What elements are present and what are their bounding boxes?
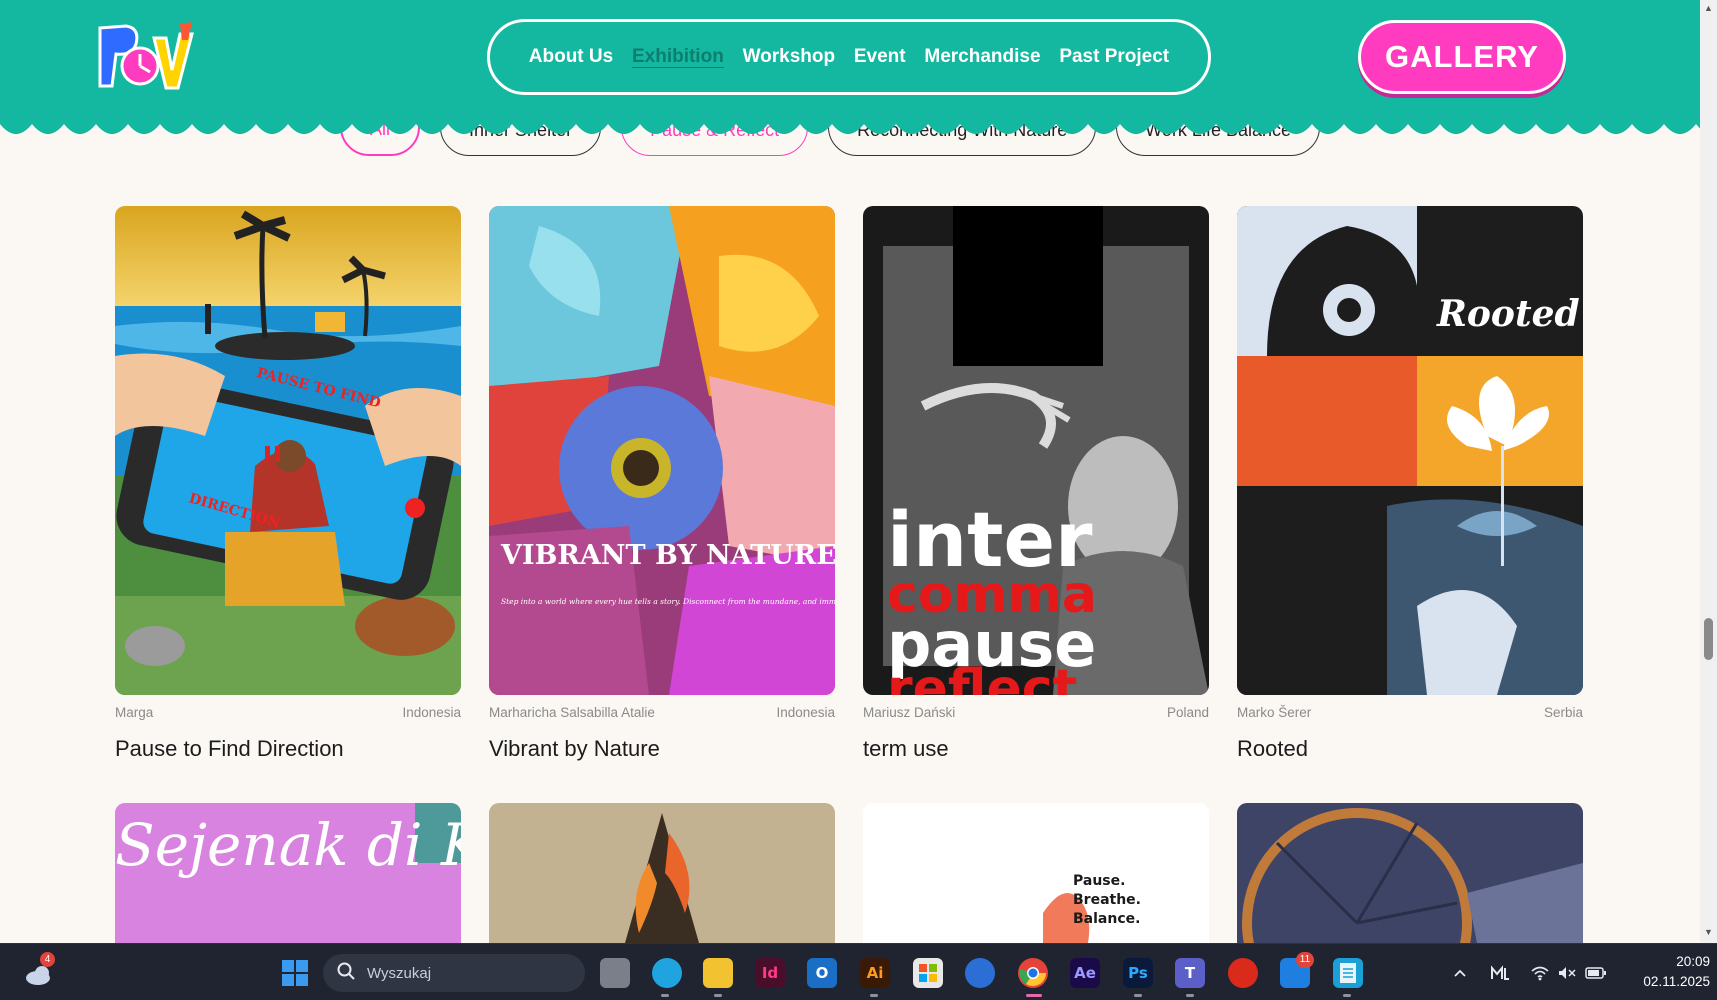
poster-text: reflect	[887, 659, 1077, 695]
running-indicator	[1343, 994, 1351, 997]
artwork-card[interactable]: PAUSE TO FIND DIRECTION Marga Indonesia …	[115, 206, 461, 762]
artwork-image[interactable]: Pause. Breathe. Balance.	[863, 803, 1209, 943]
artwork-title[interactable]: Rooted	[1237, 736, 1583, 762]
poster-text: Pause.	[1073, 873, 1125, 889]
chrome-icon[interactable]	[1018, 958, 1048, 988]
taskbar-search[interactable]: Wyszukaj	[323, 954, 585, 992]
volume-muted-icon[interactable]	[1557, 944, 1577, 1000]
running-indicator	[661, 994, 669, 997]
artwork-card[interactable]: inter comma pause reflect Mariusz Dański…	[863, 206, 1209, 762]
language-icon[interactable]	[1490, 944, 1510, 1000]
artist-name: Marharicha Salsabilla Atalie	[489, 705, 655, 720]
store-icon[interactable]	[913, 958, 943, 988]
poster-text: Sejenak di Kotak Kosong	[115, 811, 461, 879]
tray-chevron-icon[interactable]	[1452, 944, 1468, 1000]
battery-icon[interactable]	[1585, 944, 1607, 1000]
artwork-image[interactable]	[1237, 803, 1583, 943]
weather-badge: 4	[40, 952, 55, 967]
artist-country: Indonesia	[776, 705, 835, 720]
task-view-icon[interactable]	[600, 958, 630, 988]
after-effects-icon[interactable]: Ae	[1070, 958, 1100, 988]
poster-text: Rooted	[1436, 293, 1580, 335]
artwork-image[interactable]	[489, 803, 835, 943]
artist-country: Poland	[1166, 705, 1209, 720]
artwork-meta: Marharicha Salsabilla Atalie Indonesia	[489, 705, 835, 720]
nav-about-us[interactable]: About Us	[529, 46, 613, 68]
outlook-icon[interactable]: O	[807, 958, 837, 988]
scroll-thumb[interactable]	[1704, 618, 1713, 660]
artwork-card[interactable]	[1237, 803, 1583, 943]
poster-text: VIBRANT BY NATURE.	[500, 540, 835, 571]
scroll-down-arrow[interactable]: ▼	[1704, 928, 1713, 937]
artwork-title[interactable]: term use	[863, 736, 1209, 762]
file-explorer-icon[interactable]	[703, 958, 733, 988]
nav-exhibition[interactable]: Exhibition	[632, 46, 724, 68]
edge-icon[interactable]	[652, 958, 682, 988]
start-icon[interactable]	[280, 958, 310, 988]
artwork-meta: Marga Indonesia	[115, 705, 461, 720]
running-indicator	[714, 994, 722, 997]
running-indicator	[870, 994, 878, 997]
active-indicator	[1026, 994, 1042, 997]
page-scrollbar[interactable]: ▲ ▼	[1700, 0, 1717, 943]
scroll-up-arrow[interactable]: ▲	[1704, 4, 1713, 13]
poster-text: Step into a world where every hue tells …	[501, 597, 835, 606]
artwork-card[interactable]	[489, 803, 835, 943]
artwork-image[interactable]: inter comma pause reflect	[863, 206, 1209, 695]
nav-past-project[interactable]: Past Project	[1059, 46, 1169, 68]
artist-country: Serbia	[1543, 705, 1583, 720]
notepad-icon[interactable]	[1333, 958, 1363, 988]
artwork-card[interactable]: Pause. Breathe. Balance.	[863, 803, 1209, 943]
artist-country: Indonesia	[402, 705, 461, 720]
nav-workshop[interactable]: Workshop	[743, 46, 836, 68]
clock-time: 20:09	[1676, 954, 1710, 969]
running-indicator	[1186, 994, 1194, 997]
creative-cloud-icon[interactable]	[1228, 958, 1258, 988]
artwork-card[interactable]: Sejenak di Kotak Kosong	[115, 803, 461, 943]
artist-name: Marga	[115, 705, 154, 720]
artwork-image[interactable]: Sejenak di Kotak Kosong	[115, 803, 461, 943]
system-clock[interactable]: 20:09 02.11.2025	[1610, 952, 1710, 992]
artwork-card[interactable]: Rooted Marko Šerer Serbia Rooted	[1237, 206, 1583, 762]
gallery-button[interactable]: GALLERY	[1358, 20, 1566, 94]
artwork-title[interactable]: Pause to Find Direction	[115, 736, 461, 762]
illustrator-icon[interactable]: Ai	[860, 958, 890, 988]
search-icon	[337, 962, 355, 984]
nav-event[interactable]: Event	[854, 46, 906, 68]
poster-text: Balance.	[1073, 911, 1140, 927]
quick-assist-icon[interactable]	[965, 958, 995, 988]
artist-name: Marko Šerer	[1237, 705, 1312, 720]
wifi-icon[interactable]	[1530, 944, 1550, 1000]
pov-logo[interactable]	[96, 20, 196, 92]
running-indicator	[1134, 994, 1142, 997]
indesign-icon[interactable]: Id	[755, 958, 785, 988]
header-scallop-edge	[0, 118, 1700, 140]
photoshop-icon[interactable]: Ps	[1123, 958, 1153, 988]
teams-icon[interactable]: T	[1175, 958, 1205, 988]
teams-badge: 11	[1296, 952, 1314, 968]
artwork-title[interactable]: Vibrant by Nature	[489, 736, 835, 762]
windows-taskbar: 4 Wyszukaj Id O Ai Ae Ps T 11 20:09 02.1…	[0, 943, 1717, 1000]
artwork-image[interactable]: VIBRANT BY NATURE. Step into a world whe…	[489, 206, 835, 695]
main-nav: About Us Exhibition Workshop Event Merch…	[487, 19, 1211, 95]
clock-date: 02.11.2025	[1643, 974, 1710, 989]
artwork-image[interactable]: PAUSE TO FIND DIRECTION	[115, 206, 461, 695]
artist-name: Mariusz Dański	[863, 705, 956, 720]
nav-merchandise[interactable]: Merchandise	[924, 46, 1040, 68]
artwork-meta: Marko Šerer Serbia	[1237, 705, 1583, 720]
search-placeholder: Wyszukaj	[367, 964, 432, 982]
poster-text: Breathe.	[1073, 892, 1141, 908]
artwork-image[interactable]: Rooted	[1237, 206, 1583, 695]
site-header: About Us Exhibition Workshop Event Merch…	[0, 0, 1700, 124]
artwork-meta: Mariusz Dański Poland	[863, 705, 1209, 720]
artwork-card[interactable]: VIBRANT BY NATURE. Step into a world whe…	[489, 206, 835, 762]
